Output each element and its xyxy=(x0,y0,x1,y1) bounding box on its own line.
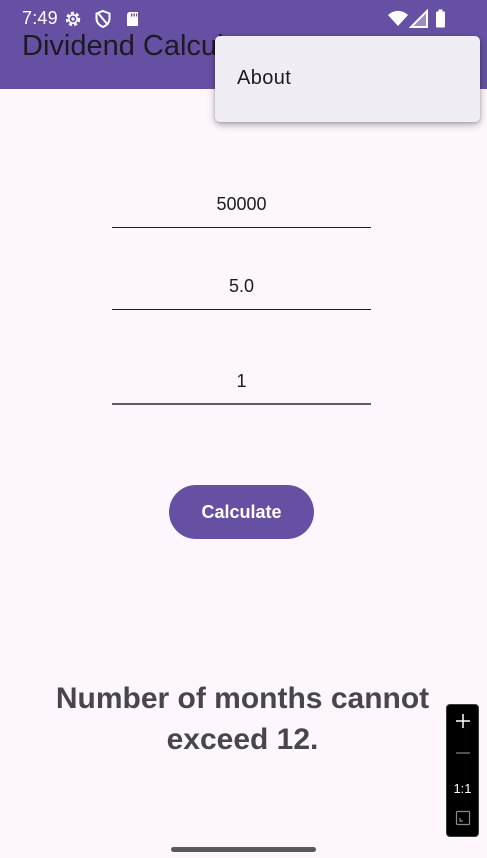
investment-amount-field xyxy=(112,182,371,228)
zoom-reset-label: 1:1 xyxy=(453,780,472,796)
zoom-control-panel: 1:1 xyxy=(446,704,479,837)
field-underline xyxy=(112,309,371,310)
field-underline xyxy=(112,227,371,228)
investment-amount-input[interactable] xyxy=(112,182,371,226)
zoom-fit-button[interactable] xyxy=(447,805,478,835)
zoom-reset-button[interactable]: 1:1 xyxy=(447,773,478,803)
dividend-rate-field xyxy=(112,264,371,310)
settings-gear-icon xyxy=(63,9,83,29)
battery-icon xyxy=(434,9,448,29)
home-gesture-bar[interactable] xyxy=(171,847,316,852)
dividend-rate-input[interactable] xyxy=(112,264,371,308)
cellular-signal-icon xyxy=(408,8,429,29)
menu-item-about[interactable]: About xyxy=(215,36,480,122)
months-input[interactable] xyxy=(112,359,371,403)
sd-card-icon xyxy=(123,9,143,29)
zoom-out-button[interactable] xyxy=(447,740,478,770)
shield-icon xyxy=(93,9,113,29)
plus-icon xyxy=(455,713,471,734)
months-field xyxy=(112,359,371,405)
menu-item-label: About xyxy=(237,67,292,89)
field-underline-focused xyxy=(112,403,371,405)
minus-icon xyxy=(455,745,471,766)
overflow-menu: About xyxy=(215,36,480,122)
zoom-in-button[interactable] xyxy=(447,708,478,738)
status-time: 7:49 xyxy=(22,8,58,28)
calculate-button[interactable]: Calculate xyxy=(169,485,314,539)
wifi-icon xyxy=(387,9,409,29)
result-message: Number of months cannot exceed 12. xyxy=(55,682,430,756)
fit-screen-icon xyxy=(455,810,471,831)
